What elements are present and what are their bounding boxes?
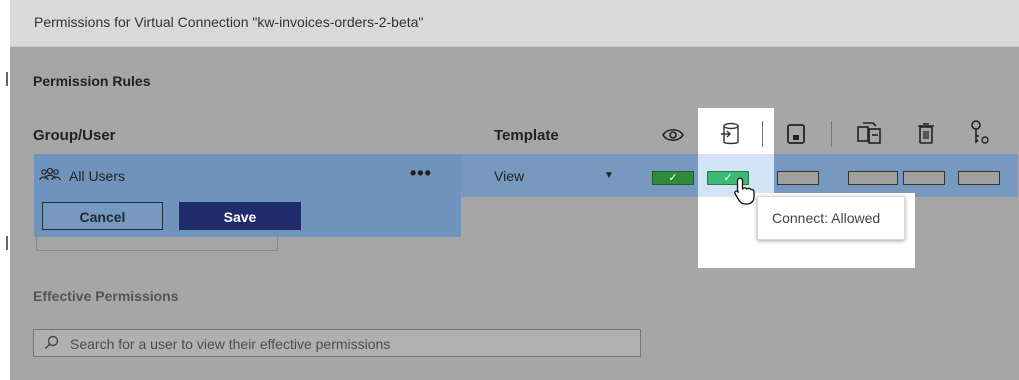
edge-mark [6,236,8,250]
capability-save-cell[interactable] [777,171,819,185]
edge-mark [6,72,8,86]
view-icon [662,128,684,142]
search-placeholder: Search for a user to view their effectiv… [70,336,391,352]
check-icon: ✓ [668,172,678,184]
template-select-value[interactable]: View [494,168,524,184]
group-user-name: All Users [69,168,126,184]
add-user-input-edge [36,230,278,251]
capability-view-cell[interactable]: ✓ [652,171,694,185]
search-icon [45,335,59,349]
cancel-button[interactable]: Cancel [42,202,163,230]
tooltip-text: Connect: Allowed [772,210,881,226]
effective-permissions-heading: Effective Permissions [33,288,179,304]
capability-set-permissions-cell[interactable] [958,171,1000,185]
dialog-titlebar: Permissions for Virtual Connection "kw-i… [10,0,1019,47]
permission-rules-heading: Permission Rules [33,73,151,89]
hand-cursor-icon [734,177,755,205]
connect-icon [721,122,739,145]
effective-permissions-search-input[interactable]: Search for a user to view their effectiv… [33,329,641,357]
left-edge [0,0,10,380]
dialog-title: Permissions for Virtual Connection "kw-i… [34,14,424,30]
capability-tooltip: Connect: Allowed [757,196,905,240]
template-column-header: Template [494,127,559,144]
set-permissions-icon [971,120,989,144]
chevron-down-icon[interactable]: ▼ [604,170,614,181]
change-owner-icon [857,122,881,144]
icon-separator [762,121,763,147]
users-group-icon [39,167,61,181]
capability-delete-cell[interactable] [903,171,945,185]
save-icon [787,124,805,144]
delete-icon [918,123,934,144]
capability-change-owner-cell[interactable] [848,171,898,185]
icon-separator [831,121,832,147]
more-options-button[interactable]: ••• [410,163,432,184]
group-user-column-header: Group/User [33,127,116,144]
permissions-dialog: Permissions for Virtual Connection "kw-i… [0,0,1019,380]
save-button[interactable]: Save [179,202,301,230]
